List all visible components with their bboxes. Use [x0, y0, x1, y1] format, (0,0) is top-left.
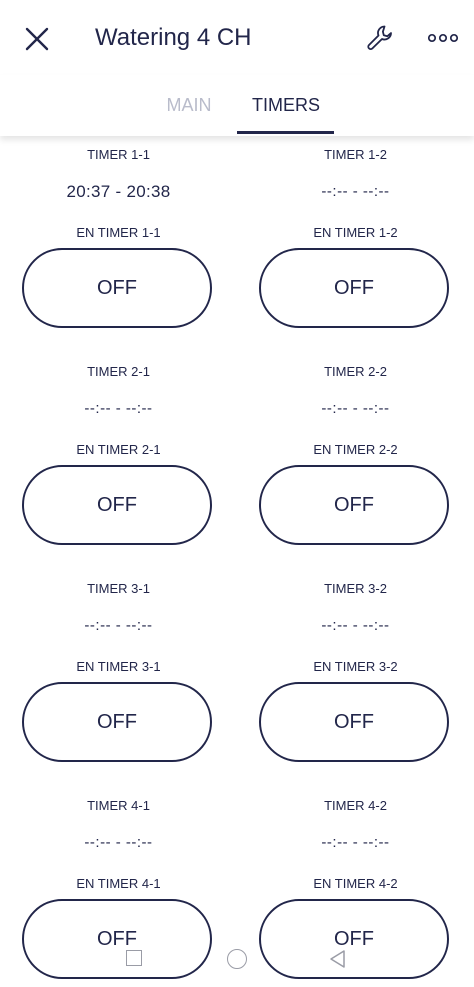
close-icon — [25, 27, 49, 51]
home-icon[interactable] — [227, 949, 247, 969]
recent-apps-icon[interactable] — [126, 950, 142, 966]
timer-time-range[interactable]: --:-- - --:-- — [0, 397, 237, 421]
timer-column: TIMER 1-1 20:37 - 20:38 EN TIMER 1-1 OFF — [0, 136, 237, 353]
timer-column: TIMER 2-1 --:-- - --:-- EN TIMER 2-1 OFF — [0, 353, 237, 570]
enable-timer-label: EN TIMER 4-2 — [313, 876, 398, 891]
timer-label: TIMER 2-1 — [87, 364, 150, 379]
timer-time-range[interactable]: --:-- - --:-- — [0, 831, 237, 855]
close-button[interactable] — [18, 20, 56, 58]
tab-timers[interactable]: TIMERS — [238, 93, 334, 117]
enable-timer-toggle-button[interactable]: OFF — [259, 248, 449, 328]
timer-label: TIMER 3-2 — [324, 581, 387, 596]
enable-timer-label: EN TIMER 1-1 — [76, 225, 161, 240]
timer-column: TIMER 1-2 --:-- - --:-- EN TIMER 1-2 OFF — [237, 136, 474, 353]
enable-timer-toggle-button[interactable]: OFF — [259, 465, 449, 545]
app-header: Watering 4 CH — [0, 0, 474, 75]
enable-timer-toggle-button[interactable]: OFF — [259, 682, 449, 762]
settings-button[interactable] — [362, 20, 398, 56]
timer-column: TIMER 3-2 --:-- - --:-- EN TIMER 3-2 OFF — [237, 570, 474, 787]
more-options-button[interactable] — [424, 24, 462, 52]
wrench-icon — [367, 25, 392, 50]
enable-timer-toggle-button[interactable]: OFF — [22, 899, 212, 979]
tab-main[interactable]: MAIN — [150, 93, 228, 117]
timer-time-range[interactable]: 20:37 - 20:38 — [0, 180, 237, 204]
page-title: Watering 4 CH — [95, 24, 252, 51]
timer-column: TIMER 2-2 --:-- - --:-- EN TIMER 2-2 OFF — [237, 353, 474, 570]
timer-label: TIMER 4-2 — [324, 798, 387, 813]
enable-timer-label: EN TIMER 4-1 — [76, 876, 161, 891]
timer-time-range[interactable]: --:-- - --:-- — [237, 180, 474, 204]
enable-timer-label: EN TIMER 2-2 — [313, 442, 398, 457]
more-dots-icon — [428, 33, 458, 43]
enable-timer-toggle-button[interactable]: OFF — [22, 682, 212, 762]
timer-time-range[interactable]: --:-- - --:-- — [237, 397, 474, 421]
back-icon[interactable] — [328, 949, 348, 969]
enable-timer-label: EN TIMER 3-2 — [313, 659, 398, 674]
timer-group-3: TIMER 3-1 --:-- - --:-- EN TIMER 3-1 OFF… — [0, 570, 474, 787]
timer-label: TIMER 1-2 — [324, 147, 387, 162]
tab-bar: MAIN TIMERS — [0, 75, 474, 136]
timer-group-2: TIMER 2-1 --:-- - --:-- EN TIMER 2-1 OFF… — [0, 353, 474, 570]
timer-group-1: TIMER 1-1 20:37 - 20:38 EN TIMER 1-1 OFF… — [0, 136, 474, 353]
timers-panel: TIMER 1-1 20:37 - 20:38 EN TIMER 1-1 OFF… — [0, 136, 474, 987]
timer-column: TIMER 4-1 --:-- - --:-- EN TIMER 4-1 OFF — [0, 787, 237, 987]
timer-time-range[interactable]: --:-- - --:-- — [237, 831, 474, 855]
enable-timer-label: EN TIMER 1-2 — [313, 225, 398, 240]
timer-time-range[interactable]: --:-- - --:-- — [0, 614, 237, 638]
timer-column: TIMER 3-1 --:-- - --:-- EN TIMER 3-1 OFF — [0, 570, 237, 787]
enable-timer-toggle-button[interactable]: OFF — [22, 248, 212, 328]
timer-label: TIMER 2-2 — [324, 364, 387, 379]
enable-timer-label: EN TIMER 2-1 — [76, 442, 161, 457]
timer-label: TIMER 3-1 — [87, 581, 150, 596]
timer-time-range[interactable]: --:-- - --:-- — [237, 614, 474, 638]
timer-label: TIMER 1-1 — [87, 147, 150, 162]
active-tab-indicator — [237, 131, 334, 134]
timer-column: TIMER 4-2 --:-- - --:-- EN TIMER 4-2 OFF — [237, 787, 474, 987]
enable-timer-toggle-button[interactable]: OFF — [22, 465, 212, 545]
enable-timer-toggle-button[interactable]: OFF — [259, 899, 449, 979]
enable-timer-label: EN TIMER 3-1 — [76, 659, 161, 674]
back-triangle-icon — [330, 950, 345, 968]
timer-label: TIMER 4-1 — [87, 798, 150, 813]
